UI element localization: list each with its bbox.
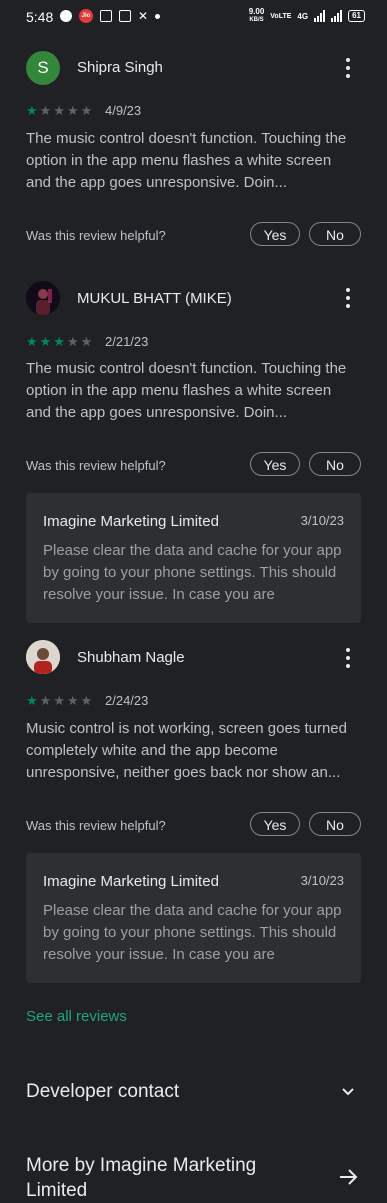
more-options-icon[interactable] — [340, 287, 356, 309]
helpful-prompt: Was this review helpful? — [26, 228, 166, 243]
helpful-yes-button[interactable]: Yes — [250, 452, 300, 476]
more-options-icon[interactable] — [340, 647, 356, 669]
review-text[interactable]: The music control doesn't function. Touc… — [26, 358, 358, 424]
review-date: 2/21/23 — [105, 334, 149, 349]
helpful-prompt: Was this review helpful? — [26, 818, 166, 833]
star-rating: ★ ★ ★ ★ ★ — [26, 335, 92, 348]
helpful-yes-button[interactable]: Yes — [250, 812, 300, 836]
helpful-no-button[interactable]: No — [309, 812, 361, 836]
star-empty-icon: ★ — [39, 103, 52, 118]
review-text[interactable]: The music control doesn't function. Touc… — [26, 128, 358, 194]
chevron-down-icon[interactable] — [340, 1084, 356, 1100]
star-empty-icon: ★ — [66, 334, 79, 349]
avatar-photo-icon — [26, 640, 60, 674]
signal-icon — [314, 10, 326, 22]
reviewer-name: Shubham Nagle — [77, 649, 185, 666]
developer-contact-header[interactable]: Developer contact — [26, 1081, 179, 1103]
reviewer-name: MUKUL BHATT (MIKE) — [77, 290, 232, 307]
helpful-no-button[interactable]: No — [309, 452, 361, 476]
developer-name: Imagine Marketing Limited — [43, 873, 219, 890]
app-notification-icon — [100, 10, 112, 22]
star-empty-icon: ★ — [53, 693, 65, 708]
battery-icon: 61 — [348, 10, 365, 22]
star-filled-icon: ★ — [26, 693, 38, 708]
volte-icon: VoLTE — [270, 12, 292, 20]
reply-date: 3/10/23 — [300, 513, 344, 528]
avatar — [26, 640, 60, 674]
signal-2-icon — [331, 10, 343, 22]
avatar-photo-icon — [26, 281, 60, 315]
developer-reply: Imagine Marketing Limited 3/10/23 Please… — [26, 493, 361, 623]
notification-icons: Jio ✕ — [60, 9, 161, 23]
more-notifications-dot-icon — [155, 13, 161, 19]
star-filled-icon: ★ — [26, 334, 38, 349]
star-rating: ★ ★ ★ ★ ★ — [26, 694, 92, 707]
helpful-no-button[interactable]: No — [309, 222, 361, 246]
reply-date: 3/10/23 — [300, 873, 344, 888]
avatar: S — [26, 51, 60, 85]
review-date: 2/24/23 — [105, 693, 149, 708]
review-date: 4/9/23 — [105, 103, 142, 118]
status-time: 5:48 — [26, 9, 54, 25]
star-empty-icon: ★ — [80, 693, 93, 708]
jio-icon: Jio — [79, 9, 93, 23]
star-filled-icon: ★ — [39, 334, 52, 349]
more-options-icon[interactable] — [340, 57, 356, 79]
status-bar: 5:48 Jio ✕ 9.00 KB/S VoLTE 4G 61 — [0, 0, 387, 34]
star-rating: ★ ★ ★ ★ ★ — [26, 104, 92, 117]
review-text[interactable]: Music control is not working, screen goe… — [26, 718, 358, 784]
developer-reply: Imagine Marketing Limited 3/10/23 Please… — [26, 853, 361, 983]
helpful-prompt: Was this review helpful? — [26, 458, 166, 473]
reply-text[interactable]: Please clear the data and cache for your… — [43, 540, 348, 606]
star-filled-icon: ★ — [53, 334, 65, 349]
developer-name: Imagine Marketing Limited — [43, 513, 219, 530]
arrow-right-icon[interactable] — [337, 1166, 359, 1188]
message-icon — [119, 10, 131, 22]
network-type: 4G — [297, 11, 309, 21]
system-icons: 9.00 KB/S VoLTE 4G 61 — [249, 8, 365, 24]
helpful-yes-button[interactable]: Yes — [250, 222, 300, 246]
star-filled-icon: ★ — [26, 103, 38, 118]
x-icon: ✕ — [138, 9, 149, 23]
star-empty-icon: ★ — [80, 103, 93, 118]
reply-text[interactable]: Please clear the data and cache for your… — [43, 900, 348, 966]
star-empty-icon: ★ — [66, 693, 79, 708]
reviewer-name: Shipra Singh — [77, 59, 163, 76]
whatsapp-icon — [60, 10, 72, 22]
star-empty-icon: ★ — [39, 693, 52, 708]
more-by-developer-header[interactable]: More by Imagine Marketing Limited — [26, 1153, 316, 1203]
see-all-reviews-link[interactable]: See all reviews — [26, 1008, 127, 1025]
star-empty-icon: ★ — [80, 334, 93, 349]
star-empty-icon: ★ — [66, 103, 79, 118]
star-empty-icon: ★ — [53, 103, 65, 118]
avatar — [26, 281, 60, 315]
network-speed: 9.00 KB/S — [248, 7, 265, 24]
